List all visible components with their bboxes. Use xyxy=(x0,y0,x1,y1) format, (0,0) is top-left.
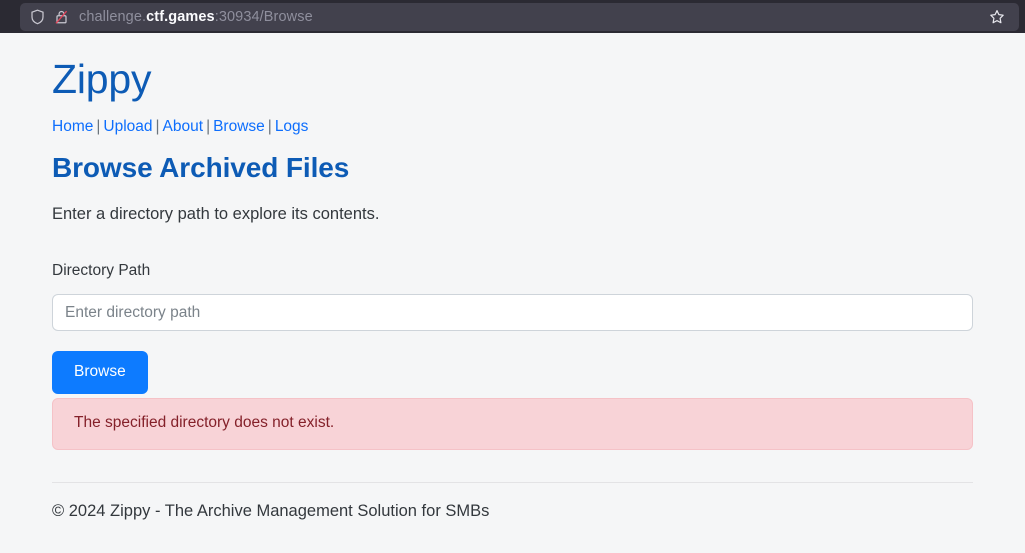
shield-icon[interactable] xyxy=(29,8,46,25)
nav-separator: | xyxy=(96,118,101,136)
directory-path-label: Directory Path xyxy=(52,261,151,279)
url-prefix: challenge. xyxy=(79,8,147,25)
nav-link-browse[interactable]: Browse xyxy=(213,118,265,135)
content-container: Zippy Home | Upload | About | Browse | Logs Brow… xyxy=(52,33,973,521)
nav-separator: | xyxy=(206,118,211,136)
toolbar-left-spacer xyxy=(6,0,20,33)
site-brand: Zippy xyxy=(52,56,152,102)
page-viewport: Zippy Home | Upload | About | Browse | Logs Brow… xyxy=(0,33,1025,553)
bookmark-star-icon[interactable] xyxy=(984,4,1010,30)
footer-divider xyxy=(52,481,973,483)
lock-crossed-icon[interactable] xyxy=(53,8,70,25)
browser-toolbar: challenge.ctf.games:30934/Browse xyxy=(0,0,1025,33)
nav-link-logs[interactable]: Logs xyxy=(275,118,309,135)
page-description: Enter a directory path to explore its co… xyxy=(52,205,380,224)
url-host: ctf.games xyxy=(146,8,215,25)
url-suffix: :30934/Browse xyxy=(214,8,313,25)
main-nav: Home | Upload | About | Browse | Logs xyxy=(52,118,973,137)
browse-button[interactable]: Browse xyxy=(52,351,148,394)
nav-separator: | xyxy=(267,118,272,136)
error-alert: The specified directory does not exist. xyxy=(52,397,973,450)
footer-text: © 2024 Zippy - The Archive Management So… xyxy=(52,501,490,520)
directory-path-input[interactable] xyxy=(52,294,973,332)
error-alert-message: The specified directory does not exist. xyxy=(74,413,335,431)
url-text[interactable]: challenge.ctf.games:30934/Browse xyxy=(77,9,977,25)
address-bar[interactable]: challenge.ctf.games:30934/Browse xyxy=(20,2,1019,31)
nav-link-home[interactable]: Home xyxy=(52,118,93,135)
nav-link-upload[interactable]: Upload xyxy=(103,118,152,135)
nav-separator: | xyxy=(155,118,160,136)
nav-link-about[interactable]: About xyxy=(163,118,204,135)
page-title: Browse Archived Files xyxy=(52,151,350,183)
